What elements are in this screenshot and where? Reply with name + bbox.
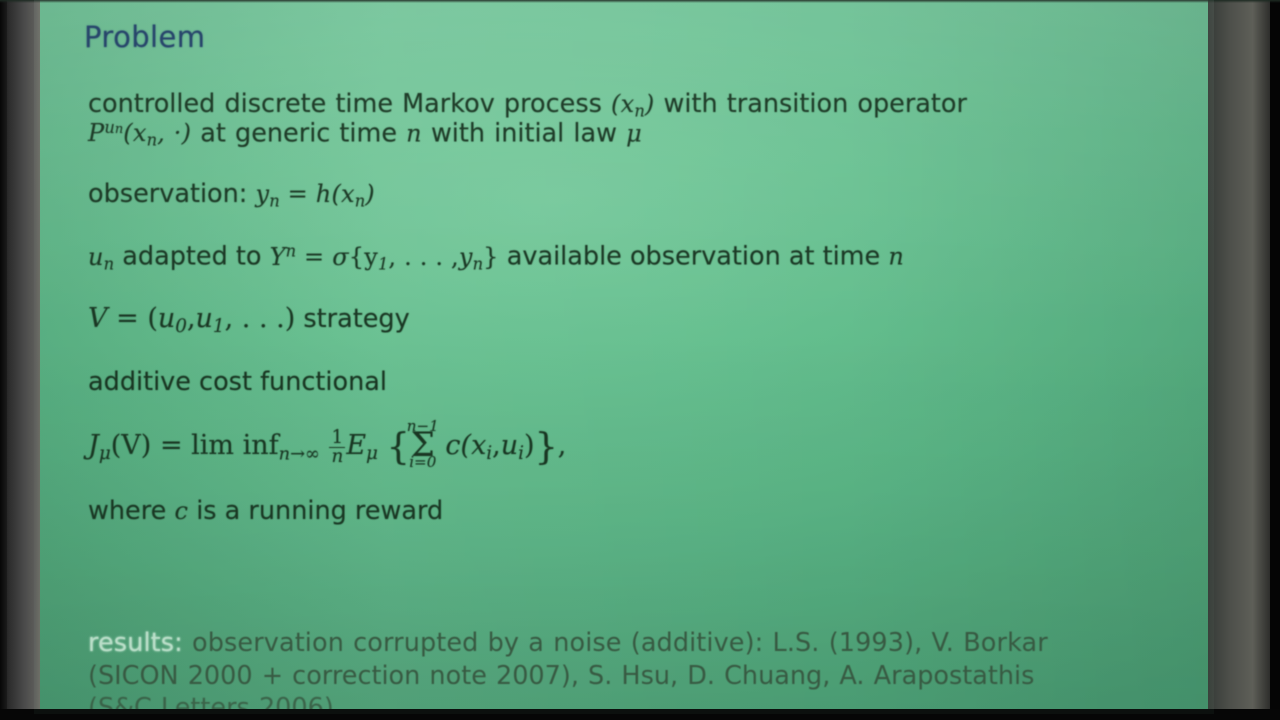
process-notation: (xn) <box>611 90 655 121</box>
intro-text-3: at generic time <box>200 118 398 149</box>
slide-content: Problem controlled discrete time Markov … <box>34 0 1214 720</box>
results-line-1: results: observation corrupted by a nois… <box>88 627 1183 660</box>
one-over-n-fraction: 1n <box>329 426 346 468</box>
left-edge-shadow <box>0 0 7 720</box>
operator-superscript: un <box>104 117 124 137</box>
paragraph-strategy: V = ((uu0,u1, . . .) strategy <box>88 305 1178 337</box>
intro-text-4: with initial law <box>430 118 617 149</box>
results-line-2: (SICON 2000 + correction note 2007), S. … <box>88 660 1035 691</box>
adapted-time-n: n <box>888 242 904 271</box>
paragraph-intro: controlled discrete time Markov process … <box>88 89 1178 150</box>
intro-text-2: with transition operator <box>663 89 968 119</box>
control-u-n: un <box>88 242 115 274</box>
strategy-label: strategy <box>303 304 410 335</box>
results-line-1-text: observation corrupted by a noise (additi… <box>192 628 1048 658</box>
results-label: results: <box>88 628 183 658</box>
where-text-2: is a running reward <box>196 496 444 527</box>
where-text-1: where <box>88 496 167 527</box>
paragraph-cost-label: additive cost functional <box>88 366 387 397</box>
observation-label: observation: <box>88 179 248 210</box>
paragraph-where: where c is a running reward <box>88 499 1178 525</box>
projected-slide-photo: Problem controlled discrete time Markov … <box>0 0 1280 720</box>
paragraph-adapted: un adapted to Yn = σ{y1, . . . ,yn} avai… <box>88 241 1178 274</box>
running-reward-c: c <box>174 497 189 526</box>
generic-time-n: n <box>406 119 422 148</box>
intro-text-1: controlled discrete time Markov process <box>88 89 602 119</box>
paragraph-observation: observation: yn = h(xn) <box>88 179 1178 211</box>
initial-law-mu: μ <box>626 119 642 148</box>
paragraph-cost-formula: Jμ(V) = lim infn→∞ 1 n Eμ {n−1 Σi=0 c(xi,ui… <box>88 417 1178 472</box>
right-edge-shadow <box>1270 0 1280 720</box>
slide-body: controlled discrete time Markov process … <box>88 89 1178 525</box>
transition-operator-notation: Pun(xn, ·) <box>88 117 192 150</box>
adapted-text-2: available observation at time <box>506 241 881 272</box>
bottom-black-bar <box>0 709 1280 720</box>
slide-title: Problem <box>84 20 206 54</box>
adapted-text-1: adapted to <box>122 241 262 272</box>
observation-equation: yn = h(xn) <box>255 180 375 211</box>
cost-functional-equation: Jμ(V) = lim infn→∞ 1 n Eμ {n−1 Σi=0 c(xi,ui… <box>88 417 567 472</box>
filtration-notation: Yn = σ{y1, . . . ,yn} <box>269 241 499 274</box>
strategy-equation: V = ((uu0,u1, . . .) <box>88 303 296 338</box>
summation-symbol: n−1 Σi=0 <box>406 417 439 472</box>
top-edge-shadow <box>0 0 1280 3</box>
results-paragraph: results: observation corrupted by a nois… <box>88 627 1183 720</box>
